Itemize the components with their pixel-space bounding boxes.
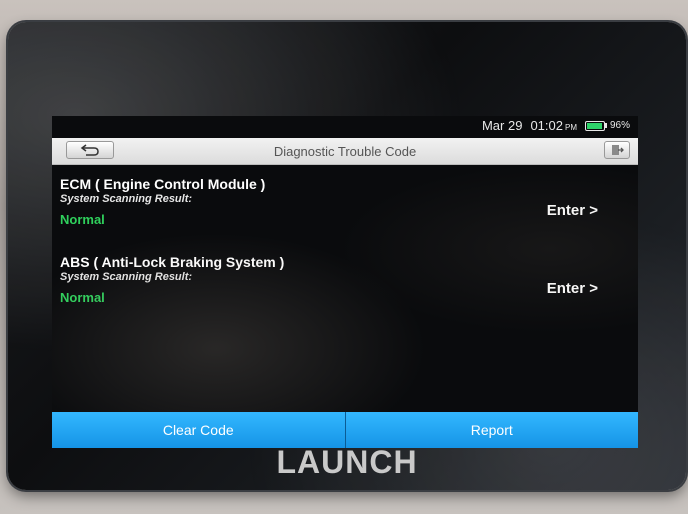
status-bar: Mar 29 01:02 PM 96% <box>52 116 638 138</box>
clear-code-button[interactable]: Clear Code <box>52 412 345 448</box>
scan-tool-device: Mar 29 01:02 PM 96% Diagnostic Trouble C… <box>8 22 686 490</box>
system-item-abs: ABS ( Anti-Lock Braking System ) System … <box>52 254 638 332</box>
status-ampm: PM <box>564 123 577 132</box>
footer-bar: Clear Code Report <box>52 412 638 448</box>
exit-button[interactable] <box>604 141 630 159</box>
page-title: Diagnostic Trouble Code <box>273 144 417 159</box>
battery-body <box>584 120 605 131</box>
system-name: ECM ( Engine Control Module ) <box>60 176 266 192</box>
exit-door-icon <box>612 145 624 155</box>
battery-icon: 96% <box>584 120 630 131</box>
system-list: ECM ( Engine Control Module ) System Sca… <box>52 176 638 332</box>
status-time-value: 01:02 <box>530 118 563 133</box>
enter-button-abs[interactable]: Enter > <box>547 280 598 297</box>
battery-tip <box>604 123 607 128</box>
brand-logo: LAUNCH <box>276 444 418 480</box>
system-name: ABS ( Anti-Lock Braking System ) <box>60 254 285 270</box>
battery-percent: 96% <box>609 120 630 131</box>
device-screen: Mar 29 01:02 PM 96% Diagnostic Trouble C… <box>52 116 638 448</box>
status-info: Mar 29 01:02 PM 96% <box>482 118 630 133</box>
system-item-ecm: ECM ( Engine Control Module ) System Sca… <box>52 176 638 254</box>
enter-button-ecm[interactable]: Enter > <box>547 202 598 219</box>
battery-fill <box>586 122 603 129</box>
status-date: Mar 29 <box>481 118 523 133</box>
title-bar: Diagnostic Trouble Code <box>52 138 638 165</box>
report-button[interactable]: Report <box>345 412 638 448</box>
status-time: 01:02 PM <box>530 118 577 133</box>
